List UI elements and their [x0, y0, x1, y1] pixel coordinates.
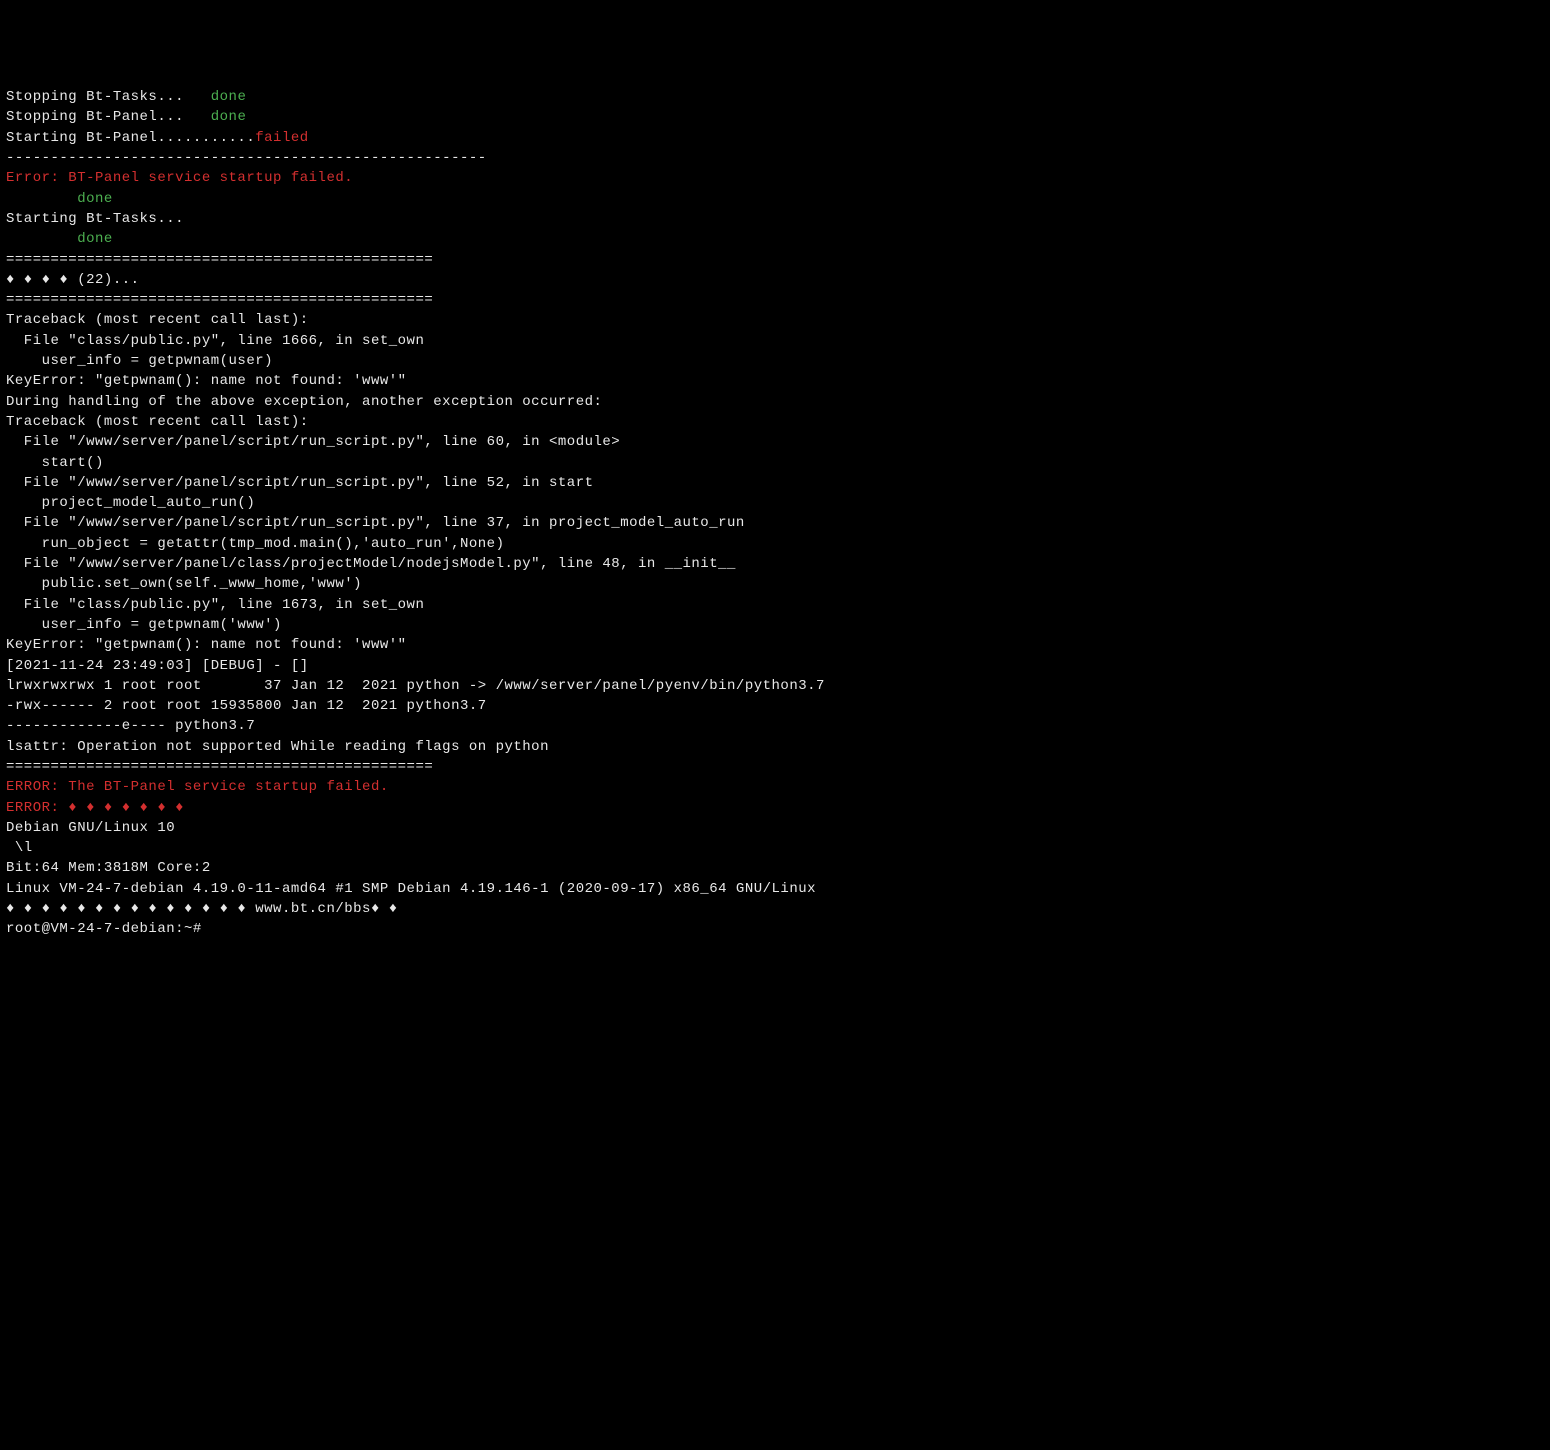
terminal-text: \l — [6, 840, 33, 856]
terminal-text: ERROR: The BT-Panel service startup fail… — [6, 779, 389, 795]
terminal-line: root@VM-24-7-debian:~# — [6, 919, 1544, 939]
terminal-text: public.set_own(self._www_home,'www') — [6, 576, 362, 592]
terminal-line: File "/www/server/panel/script/run_scrip… — [6, 513, 1544, 533]
terminal-line: Starting Bt-Panel...........failed — [6, 128, 1544, 148]
terminal-line: File "class/public.py", line 1673, in se… — [6, 595, 1544, 615]
terminal-text: root@VM-24-7-debian:~# — [6, 921, 202, 937]
terminal-text: Error: BT-Panel service startup failed. — [6, 170, 353, 186]
terminal-text: ========================================… — [6, 759, 433, 775]
terminal-line: During handling of the above exception, … — [6, 392, 1544, 412]
terminal-text: ----------------------------------------… — [6, 150, 487, 166]
terminal-line: ♦ ♦ ♦ ♦ ♦ ♦ ♦ ♦ ♦ ♦ ♦ ♦ ♦ ♦ www.bt.cn/bb… — [6, 899, 1544, 919]
terminal-text: run_object = getattr(tmp_mod.main(),'aut… — [6, 536, 504, 552]
terminal-text: KeyError: "getpwnam(): name not found: '… — [6, 373, 407, 389]
terminal-text: File "/www/server/panel/script/run_scrip… — [6, 515, 745, 531]
terminal-text: [2021-11-24 23:49:03] [DEBUG] - [] — [6, 658, 309, 674]
terminal-line: ========================================… — [6, 757, 1544, 777]
terminal-line: KeyError: "getpwnam(): name not found: '… — [6, 371, 1544, 391]
terminal-line: KeyError: "getpwnam(): name not found: '… — [6, 635, 1544, 655]
terminal-text: user_info = getpwnam('www') — [6, 617, 282, 633]
terminal-text: user_info = getpwnam(user) — [6, 353, 273, 369]
terminal-line: ERROR: ♦ ♦ ♦ ♦ ♦ ♦ ♦ — [6, 798, 1544, 818]
terminal-line: ----------------------------------------… — [6, 148, 1544, 168]
terminal-line: File "/www/server/panel/script/run_scrip… — [6, 432, 1544, 452]
terminal-text: ========================================… — [6, 292, 433, 308]
terminal-text: File "/www/server/panel/script/run_scrip… — [6, 475, 594, 491]
terminal-line: Error: BT-Panel service startup failed. — [6, 168, 1544, 188]
terminal-text: ♦ ♦ ♦ ♦ ♦ ♦ ♦ ♦ ♦ ♦ ♦ ♦ ♦ ♦ www.bt.cn/bb… — [6, 901, 398, 917]
terminal-line: \l — [6, 838, 1544, 858]
terminal-text: ========================================… — [6, 252, 433, 268]
terminal-line: Stopping Bt-Panel... done — [6, 107, 1544, 127]
terminal-text: done — [6, 231, 113, 247]
terminal-text: ♦ ♦ ♦ ♦ (22)... — [6, 272, 140, 288]
terminal-text: Debian GNU/Linux 10 — [6, 820, 175, 836]
terminal-line: user_info = getpwnam('www') — [6, 615, 1544, 635]
terminal-text: project_model_auto_run() — [6, 495, 255, 511]
terminal-line: Bit:64 Mem:3818M Core:2 — [6, 858, 1544, 878]
terminal-line: lrwxrwxrwx 1 root root 37 Jan 12 2021 py… — [6, 676, 1544, 696]
terminal-text: Stopping Bt-Panel... — [6, 109, 211, 125]
terminal-text: start() — [6, 455, 104, 471]
terminal-text: done — [211, 109, 247, 125]
terminal-line: public.set_own(self._www_home,'www') — [6, 574, 1544, 594]
terminal-line: Stopping Bt-Tasks... done — [6, 87, 1544, 107]
terminal-text: File "/www/server/panel/class/projectMod… — [6, 556, 736, 572]
terminal-text: Stopping Bt-Tasks... — [6, 89, 211, 105]
terminal-line: run_object = getattr(tmp_mod.main(),'aut… — [6, 534, 1544, 554]
terminal-line: File "/www/server/panel/class/projectMod… — [6, 554, 1544, 574]
terminal-line: user_info = getpwnam(user) — [6, 351, 1544, 371]
terminal-text: During handling of the above exception, … — [6, 394, 602, 410]
terminal-line: [2021-11-24 23:49:03] [DEBUG] - [] — [6, 656, 1544, 676]
terminal-text: Starting Bt-Tasks... — [6, 211, 184, 227]
terminal-text: failed — [255, 130, 308, 146]
terminal-line: -------------e---- python3.7 — [6, 716, 1544, 736]
terminal-text: lrwxrwxrwx 1 root root 37 Jan 12 2021 py… — [6, 678, 825, 694]
terminal-line: lsattr: Operation not supported While re… — [6, 737, 1544, 757]
terminal-text: ERROR: ♦ ♦ ♦ ♦ ♦ ♦ ♦ — [6, 800, 184, 816]
terminal-line: ========================================… — [6, 250, 1544, 270]
terminal-line: ========================================… — [6, 290, 1544, 310]
terminal-output[interactable]: Stopping Bt-Tasks... doneStopping Bt-Pan… — [6, 87, 1544, 939]
terminal-text: done — [6, 191, 113, 207]
terminal-line: -rwx------ 2 root root 15935800 Jan 12 2… — [6, 696, 1544, 716]
terminal-line: File "/www/server/panel/script/run_scrip… — [6, 473, 1544, 493]
terminal-line: Traceback (most recent call last): — [6, 310, 1544, 330]
terminal-text: Traceback (most recent call last): — [6, 312, 309, 328]
terminal-text: Traceback (most recent call last): — [6, 414, 309, 430]
terminal-line: Debian GNU/Linux 10 — [6, 818, 1544, 838]
terminal-line: File "class/public.py", line 1666, in se… — [6, 331, 1544, 351]
terminal-text: Bit:64 Mem:3818M Core:2 — [6, 860, 211, 876]
terminal-line: start() — [6, 453, 1544, 473]
terminal-text: File "class/public.py", line 1673, in se… — [6, 597, 424, 613]
terminal-text: -------------e---- python3.7 — [6, 718, 255, 734]
terminal-text: File "/www/server/panel/script/run_scrip… — [6, 434, 620, 450]
terminal-text: -rwx------ 2 root root 15935800 Jan 12 2… — [6, 698, 487, 714]
terminal-text: Starting Bt-Panel........... — [6, 130, 255, 146]
terminal-line: done — [6, 229, 1544, 249]
terminal-line: Traceback (most recent call last): — [6, 412, 1544, 432]
terminal-line: ERROR: The BT-Panel service startup fail… — [6, 777, 1544, 797]
terminal-line: Starting Bt-Tasks... — [6, 209, 1544, 229]
terminal-text: lsattr: Operation not supported While re… — [6, 739, 549, 755]
terminal-text: Linux VM-24-7-debian 4.19.0-11-amd64 #1 … — [6, 881, 816, 897]
terminal-text: File "class/public.py", line 1666, in se… — [6, 333, 424, 349]
terminal-text: KeyError: "getpwnam(): name not found: '… — [6, 637, 407, 653]
terminal-line: project_model_auto_run() — [6, 493, 1544, 513]
terminal-line: ♦ ♦ ♦ ♦ (22)... — [6, 270, 1544, 290]
terminal-line: Linux VM-24-7-debian 4.19.0-11-amd64 #1 … — [6, 879, 1544, 899]
terminal-text: done — [211, 89, 247, 105]
terminal-line: done — [6, 189, 1544, 209]
